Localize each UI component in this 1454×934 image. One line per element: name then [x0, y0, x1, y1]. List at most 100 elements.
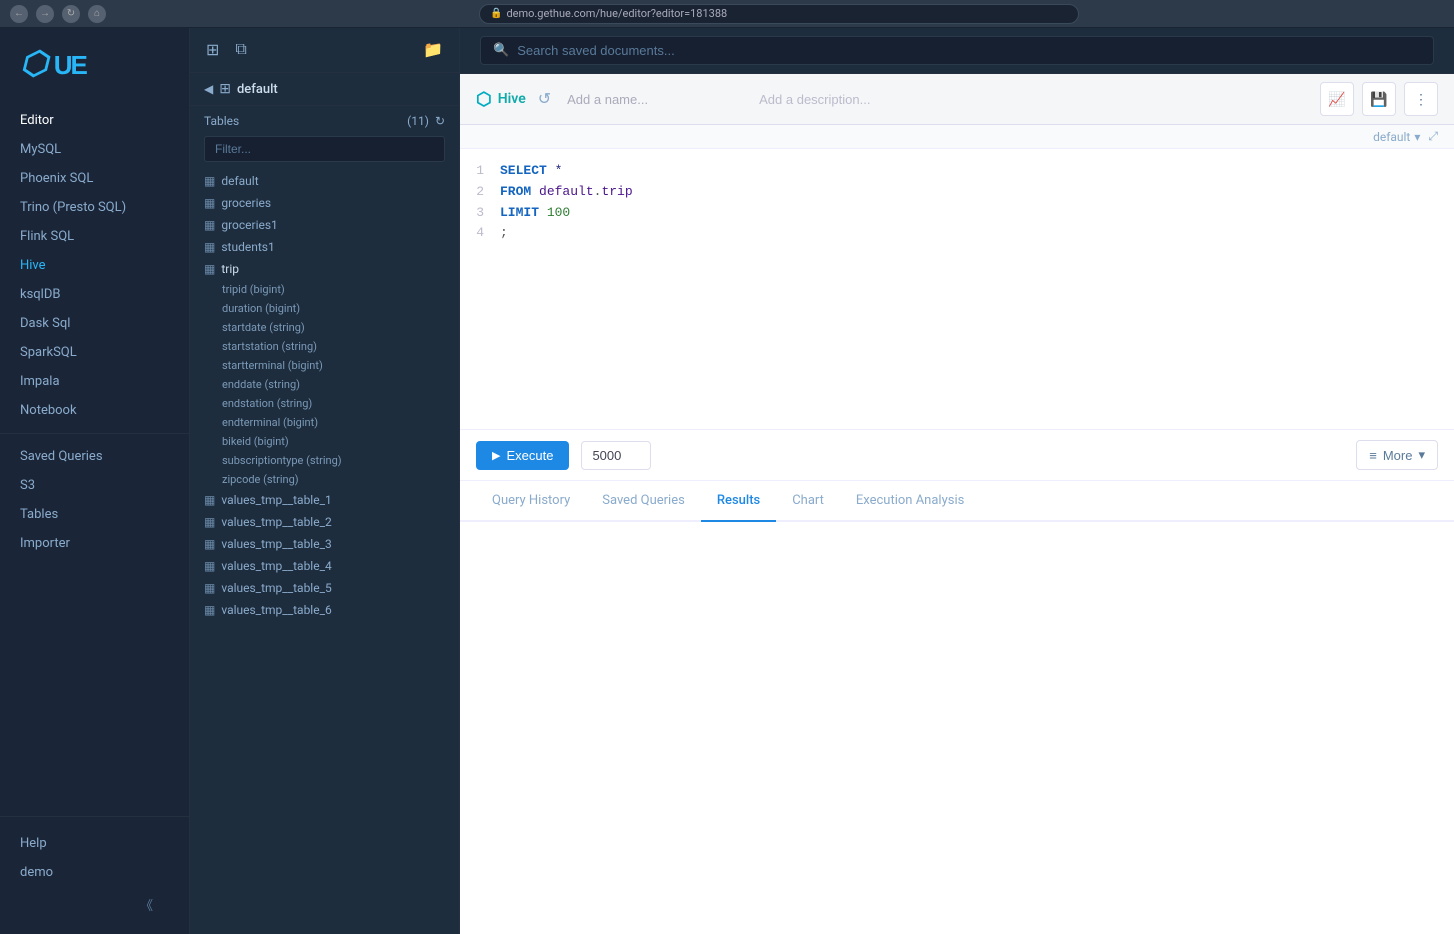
hive-engine-label: Hive — [498, 91, 526, 107]
more-options-button[interactable]: ⋮ — [1404, 82, 1438, 116]
sidebar-item-tables[interactable]: Tables — [0, 500, 189, 529]
tab-saved-queries[interactable]: Saved Queries — [586, 481, 701, 522]
url-text: demo.gethue.com/hue/editor?editor=181388 — [506, 7, 727, 20]
tab-query-history[interactable]: Query History — [476, 481, 586, 522]
list-item[interactable]: ▦ values_tmp__table_4 — [190, 555, 459, 577]
query-history-tab-label: Query History — [492, 493, 570, 508]
copy-icon: ⧉ — [235, 41, 246, 59]
code-content: SELECT * — [500, 161, 1454, 182]
list-item-trip[interactable]: ▦ trip — [190, 258, 459, 280]
list-item[interactable]: ▦ values_tmp__table_6 — [190, 599, 459, 621]
save-icon-button[interactable]: 💾 — [1362, 82, 1396, 116]
reload-button[interactable]: ↻ — [62, 5, 80, 23]
sidebar-item-help[interactable]: Help — [20, 829, 169, 858]
query-description-input[interactable] — [759, 92, 1308, 107]
table-name: default — [221, 174, 258, 188]
field-item: startterminal (bigint) — [190, 356, 459, 375]
sidebar-item-trino[interactable]: Trino (Presto SQL) — [0, 193, 189, 222]
back-button[interactable]: ← — [10, 5, 28, 23]
table-name: groceries — [221, 196, 271, 210]
app-container: ⬡ UE Editor MySQL Phoenix SQL Trino (Pre… — [0, 28, 1454, 934]
list-item[interactable]: ▦ values_tmp__table_2 — [190, 511, 459, 533]
back-to-databases-button[interactable]: ◀ — [204, 82, 213, 96]
table-name: students1 — [221, 240, 274, 254]
copy-icon-button[interactable]: ⧉ — [233, 39, 248, 61]
search-input[interactable] — [517, 43, 1421, 58]
chart-icon-button[interactable]: 📈 — [1320, 82, 1354, 116]
code-editor[interactable]: 1 SELECT * 2 FROM default.trip 3 LIMIT 1… — [460, 149, 1454, 429]
folder-icon-button[interactable]: 📁 — [421, 38, 445, 62]
dask-label: Dask Sql — [20, 316, 70, 331]
forward-button[interactable]: → — [36, 5, 54, 23]
sidebar-item-editor[interactable]: Editor — [0, 106, 189, 135]
sidebar-item-demo[interactable]: demo — [20, 858, 169, 887]
code-line-4: 4 ; — [460, 223, 1454, 244]
browser-bar: ← → ↻ ⌂ 🔒 demo.gethue.com/hue/editor?edi… — [0, 0, 1454, 28]
line-number: 1 — [460, 161, 500, 182]
chevron-down-icon: ▾ — [1418, 447, 1425, 463]
impala-label: Impala — [20, 374, 60, 389]
execute-button[interactable]: ▶ Execute — [476, 441, 569, 470]
list-item[interactable]: ▦ students1 — [190, 236, 459, 258]
field-item: zipcode (string) — [190, 470, 459, 489]
database-selector[interactable]: default ▾ — [1373, 130, 1420, 144]
tab-chart[interactable]: Chart — [776, 481, 840, 522]
list-item[interactable]: ▦ values_tmp__table_1 — [190, 489, 459, 511]
sidebar-item-dask[interactable]: Dask Sql — [0, 309, 189, 338]
table-filter-input[interactable] — [204, 136, 445, 162]
table-name: values_tmp__table_2 — [221, 515, 331, 529]
more-label: More — [1383, 448, 1413, 463]
sidebar-item-notebook[interactable]: Notebook — [0, 396, 189, 425]
sidebar-item-saved-queries[interactable]: Saved Queries — [0, 442, 189, 471]
refresh-tables-button[interactable]: ↻ — [435, 114, 445, 128]
chevron-down-icon: ▾ — [1414, 130, 1420, 144]
collapse-sidebar-button[interactable]: 《 — [20, 887, 169, 922]
tab-execution-analysis[interactable]: Execution Analysis — [840, 481, 980, 522]
sidebar-item-importer[interactable]: Importer — [0, 529, 189, 558]
more-options-execute-button[interactable]: ≡ More ▾ — [1356, 440, 1438, 470]
sidebar-item-s3[interactable]: S3 — [0, 471, 189, 500]
home-button[interactable]: ⌂ — [88, 5, 106, 23]
field-item: endterminal (bigint) — [190, 413, 459, 432]
table-name: values_tmp__table_4 — [221, 559, 331, 573]
table-list: ▦ default ▦ groceries ▦ groceries1 ▦ stu… — [190, 170, 459, 934]
history-button[interactable]: ↺ — [538, 89, 551, 109]
demo-label: demo — [20, 865, 53, 880]
list-item[interactable]: ▦ groceries — [190, 192, 459, 214]
limit-input[interactable] — [581, 441, 651, 470]
lock-icon: 🔒 — [490, 8, 502, 19]
field-item: endstation (string) — [190, 394, 459, 413]
notebook-label: Notebook — [20, 403, 77, 418]
collapse-icon: 《 — [140, 895, 153, 914]
table-icon: ▦ — [204, 515, 215, 529]
hive-badge: ⬡ Hive — [476, 89, 526, 110]
main-area: 🔍 ⬡ Hive ↺ 📈 💾 ⋮ — [460, 28, 1454, 934]
sidebar-navigation: Editor MySQL Phoenix SQL Trino (Presto S… — [0, 98, 189, 816]
sidebar-item-phoenix[interactable]: Phoenix SQL — [0, 164, 189, 193]
database-icon-button[interactable]: ⊞ — [204, 38, 221, 62]
sidebar: ⬡ UE Editor MySQL Phoenix SQL Trino (Pre… — [0, 28, 190, 934]
panel-toolbar-left: ⊞ ⧉ — [204, 38, 249, 62]
table-icon: ▦ — [204, 537, 215, 551]
sidebar-item-ksqldb[interactable]: ksqlDB — [0, 280, 189, 309]
sidebar-item-mysql[interactable]: MySQL — [0, 135, 189, 164]
list-item[interactable]: ▦ groceries1 — [190, 214, 459, 236]
table-icon: ▦ — [204, 581, 215, 595]
sidebar-item-sparksql[interactable]: SparkSQL — [0, 338, 189, 367]
list-item[interactable]: ▦ values_tmp__table_3 — [190, 533, 459, 555]
query-name-input[interactable] — [563, 90, 747, 109]
menu-icon: ≡ — [1369, 448, 1377, 463]
code-content: LIMIT 100 — [500, 203, 1454, 224]
sidebar-item-impala[interactable]: Impala — [0, 367, 189, 396]
list-item[interactable]: ▦ values_tmp__table_5 — [190, 577, 459, 599]
expand-editor-button[interactable]: ⤢ — [1428, 129, 1438, 144]
table-name: values_tmp__table_1 — [221, 493, 331, 507]
field-item: bikeid (bigint) — [190, 432, 459, 451]
table-icon: ▦ — [204, 493, 215, 507]
search-input-wrapper: 🔍 — [480, 36, 1434, 65]
sidebar-item-flink[interactable]: Flink SQL — [0, 222, 189, 251]
list-item[interactable]: ▦ default — [190, 170, 459, 192]
tab-results[interactable]: Results — [701, 481, 776, 522]
sidebar-item-hive[interactable]: Hive — [0, 251, 189, 280]
field-item: subscriptiontype (string) — [190, 451, 459, 470]
